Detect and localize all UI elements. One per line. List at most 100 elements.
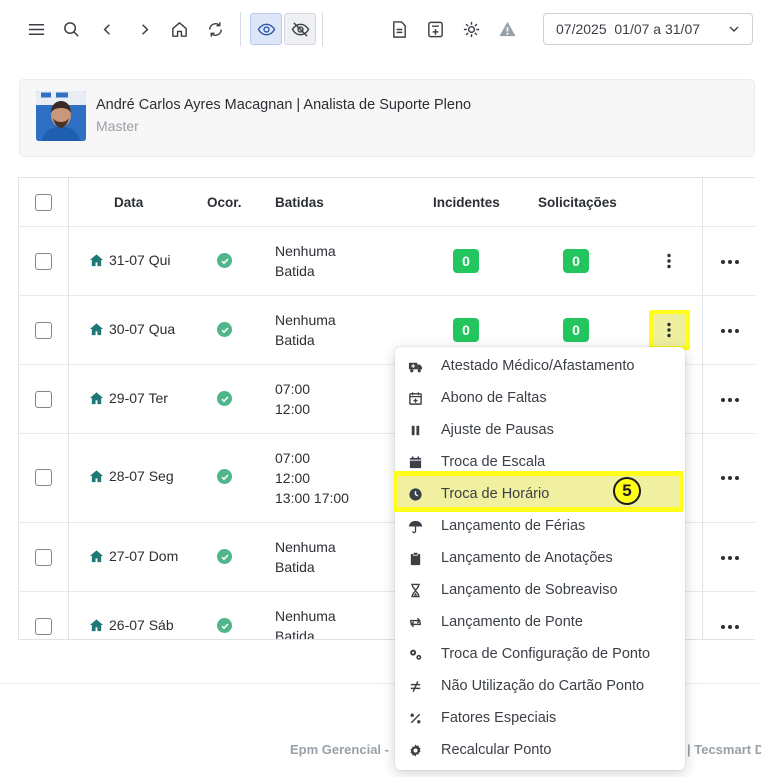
- row-checkbox[interactable]: [35, 469, 52, 486]
- umbrella-icon: [407, 518, 423, 534]
- incidents-badge[interactable]: 0: [453, 318, 479, 342]
- home-icon: [89, 549, 104, 562]
- avatar: [36, 91, 86, 141]
- menu-item-horario[interactable]: Troca de Horário: [395, 478, 685, 510]
- punch-line: Batida: [275, 628, 315, 640]
- menu-item-atestado[interactable]: Atestado Médico/Afastamento: [395, 350, 685, 382]
- home-icon: [89, 618, 104, 631]
- menu-item-abono[interactable]: Abono de Faltas: [395, 382, 685, 414]
- menu-item-sobreaviso[interactable]: Lançamento de Sobreaviso: [395, 574, 685, 606]
- punch-line: Nenhuma: [275, 608, 336, 624]
- chevron-down-icon: [729, 26, 739, 32]
- check-icon: [217, 253, 232, 268]
- eye-icon[interactable]: [250, 13, 282, 45]
- table-header: Data Ocor. Batidas Incidentes Solicitaçõ…: [19, 178, 755, 227]
- refresh-icon[interactable]: [199, 13, 231, 45]
- row-checkbox[interactable]: [35, 391, 52, 408]
- calendar-plus-icon: [407, 390, 423, 406]
- gears-icon: [407, 646, 423, 662]
- menu-icon[interactable]: [20, 13, 52, 45]
- menu-item-configuracao[interactable]: Troca de Configuração de Ponto: [395, 638, 685, 670]
- row-date: 29-07 Ter: [89, 390, 168, 406]
- row-punches: Nenhuma Batida: [275, 241, 336, 281]
- table-row: 31-07 Qui Nenhuma Batida 0 0: [19, 227, 755, 296]
- search-icon[interactable]: [55, 13, 87, 45]
- eye-off-icon[interactable]: [284, 13, 316, 45]
- requests-badge[interactable]: 0: [563, 249, 589, 273]
- column-header-incidentes: Incidentes: [433, 195, 500, 210]
- column-header-data: Data: [114, 195, 144, 210]
- more-actions-icon[interactable]: [721, 622, 739, 632]
- menu-item-nao-utilizacao[interactable]: Não Utilização do Cartão Ponto: [395, 670, 685, 702]
- punch-line: Batida: [275, 332, 315, 348]
- gear-icon[interactable]: [455, 13, 487, 45]
- gear-icon: [407, 742, 423, 758]
- row-date: 31-07 Qui: [89, 252, 170, 268]
- column-header-solicitacoes: Solicitações: [538, 195, 617, 210]
- user-role: Master: [96, 118, 139, 134]
- more-actions-icon[interactable]: [721, 473, 739, 483]
- ambulance-icon: [407, 358, 423, 374]
- row-checkbox[interactable]: [35, 322, 52, 339]
- home-icon: [89, 322, 104, 335]
- repeat-icon: [407, 614, 423, 630]
- not-equal-icon: [407, 678, 423, 694]
- user-name: André Carlos Ayres Macagnan | Analista d…: [96, 97, 472, 113]
- chevron-right-icon[interactable]: [128, 13, 160, 45]
- row-options-icon[interactable]: [659, 318, 679, 342]
- menu-item-label: Troca de Horário: [441, 486, 550, 502]
- punch-line: Nenhuma: [275, 539, 336, 555]
- more-actions-icon[interactable]: [721, 553, 739, 563]
- check-icon: [217, 391, 232, 406]
- more-actions-icon[interactable]: [721, 326, 739, 336]
- row-options-icon[interactable]: [659, 249, 679, 273]
- chevron-left-icon[interactable]: [91, 13, 123, 45]
- incidents-badge[interactable]: 0: [453, 249, 479, 273]
- clipboard-icon: [407, 550, 423, 566]
- column-header-batidas: Batidas: [275, 195, 324, 210]
- period-select[interactable]: 07/2025 01/07 a 31/07: [543, 13, 753, 45]
- document-icon[interactable]: [383, 13, 415, 45]
- check-icon: [217, 618, 232, 633]
- row-date-label: 27-07 Dom: [109, 548, 179, 564]
- menu-item-anotacoes[interactable]: Lançamento de Anotações: [395, 542, 685, 574]
- menu-item-recalcular[interactable]: Recalcular Ponto: [395, 734, 685, 766]
- row-punches: 07:00 12:00: [275, 379, 310, 419]
- menu-item-ferias[interactable]: Lançamento de Férias: [395, 510, 685, 542]
- row-checkbox[interactable]: [35, 549, 52, 566]
- more-actions-icon[interactable]: [721, 257, 739, 267]
- menu-item-label: Atestado Médico/Afastamento: [441, 358, 635, 374]
- toolbar: 07/2025 01/07 a 31/07: [0, 0, 761, 58]
- calculator-icon[interactable]: [419, 13, 451, 45]
- row-checkbox[interactable]: [35, 253, 52, 270]
- menu-item-fatores[interactable]: Fatores Especiais: [395, 702, 685, 734]
- punch-line: Nenhuma: [275, 312, 336, 328]
- row-punches: Nenhuma Batida: [275, 537, 336, 577]
- row-date: 26-07 Sáb: [89, 617, 174, 633]
- select-all-checkbox[interactable]: [35, 194, 52, 211]
- toolbar-divider: [322, 12, 323, 46]
- menu-item-escala[interactable]: Troca de Escala: [395, 446, 685, 478]
- requests-badge[interactable]: 0: [563, 318, 589, 342]
- menu-item-label: Abono de Faltas: [441, 390, 547, 406]
- row-checkbox[interactable]: [35, 618, 52, 635]
- more-actions-icon[interactable]: [721, 395, 739, 405]
- row-date: 27-07 Dom: [89, 548, 178, 564]
- punch-line: 13:00 17:00: [275, 490, 349, 506]
- period-select-value: 07/2025 01/07 a 31/07: [556, 21, 701, 37]
- calendar-icon: [407, 454, 423, 470]
- menu-item-label: Lançamento de Ponte: [441, 614, 583, 630]
- punch-line: 12:00: [275, 470, 311, 486]
- warning-icon[interactable]: [491, 13, 523, 45]
- punch-line: 07:00: [275, 381, 311, 397]
- row-date-label: 29-07 Ter: [109, 390, 168, 406]
- home-icon[interactable]: [163, 13, 195, 45]
- punch-line: 12:00: [275, 401, 311, 417]
- row-date: 28-07 Seg: [89, 468, 174, 484]
- menu-item-label: Lançamento de Anotações: [441, 550, 613, 566]
- punch-line: Batida: [275, 263, 315, 279]
- menu-item-ponte[interactable]: Lançamento de Ponte: [395, 606, 685, 638]
- percent-icon: [407, 710, 423, 726]
- menu-item-pausas[interactable]: Ajuste de Pausas: [395, 414, 685, 446]
- check-icon: [217, 469, 232, 484]
